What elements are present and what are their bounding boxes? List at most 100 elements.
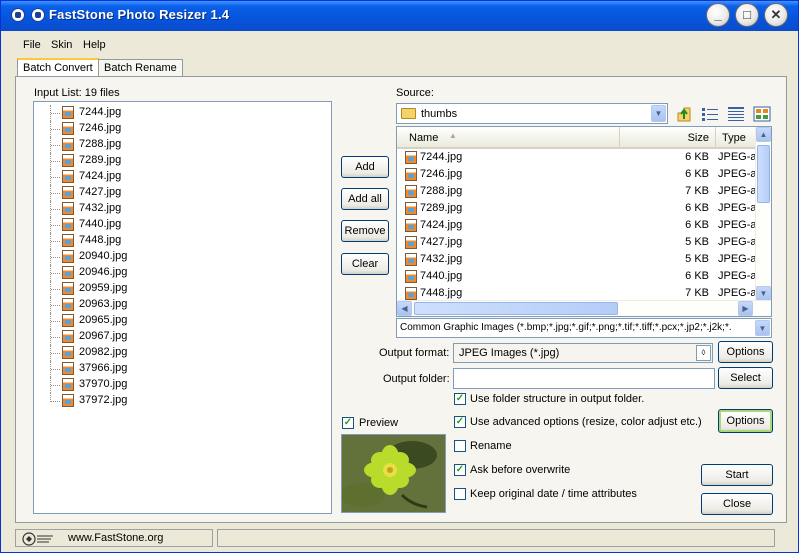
output-format-options-button[interactable]: Options bbox=[718, 341, 773, 363]
cell-name: 7289.jpg bbox=[420, 202, 463, 214]
source-file-list[interactable]: Name ▲ Size Type 7244.jpg 6 KB JPEG-a 7246.… bbox=[396, 126, 772, 317]
table-row[interactable]: 7288.jpg 7 KB JPEG-a bbox=[401, 183, 757, 200]
horizontal-scroll-thumb[interactable] bbox=[414, 302, 618, 315]
cell-type: JPEG-a bbox=[718, 253, 757, 265]
minimize-button[interactable]: _ bbox=[706, 3, 730, 27]
list-item[interactable]: 7244.jpg bbox=[34, 105, 331, 121]
column-size-header[interactable]: Size bbox=[619, 127, 715, 149]
keep-date-checkbox[interactable] bbox=[454, 488, 466, 500]
close-window-button[interactable]: ✕ bbox=[764, 3, 788, 27]
list-view-icon[interactable] bbox=[701, 106, 719, 122]
list-item[interactable]: 7288.jpg bbox=[34, 137, 331, 153]
menu-file[interactable]: File bbox=[23, 39, 41, 51]
list-item[interactable]: 7246.jpg bbox=[34, 121, 331, 137]
table-row[interactable]: 7244.jpg 6 KB JPEG-a bbox=[401, 149, 757, 166]
preview-checkbox[interactable]: ✓ bbox=[342, 417, 354, 429]
tree-branch bbox=[51, 209, 60, 210]
input-list[interactable]: 7244.jpg 7246.jpg 7288.jpg 7289.jpg 7424.jpg… bbox=[33, 101, 332, 514]
file-name: 7424.jpg bbox=[79, 170, 122, 182]
menu-skin[interactable]: Skin bbox=[51, 39, 72, 51]
tab-batch-rename[interactable]: Batch Rename bbox=[98, 59, 183, 77]
jpeg-file-icon bbox=[62, 186, 74, 199]
status-url[interactable]: www.FastStone.org bbox=[68, 532, 163, 544]
list-item[interactable]: 7432.jpg bbox=[34, 201, 331, 217]
rename-checkbox[interactable] bbox=[454, 440, 466, 452]
list-item[interactable]: 37972.jpg bbox=[34, 393, 331, 409]
list-item[interactable]: 37966.jpg bbox=[34, 361, 331, 377]
thumbnail-view-icon[interactable] bbox=[753, 106, 771, 122]
list-item[interactable]: 20965.jpg bbox=[34, 313, 331, 329]
clear-button[interactable]: Clear bbox=[341, 253, 389, 275]
details-view-icon[interactable] bbox=[727, 106, 745, 122]
select-folder-button[interactable]: Select bbox=[718, 367, 773, 389]
list-item[interactable]: 7427.jpg bbox=[34, 185, 331, 201]
updown-icon[interactable]: ◊ bbox=[696, 345, 711, 361]
jpeg-file-icon bbox=[62, 202, 74, 215]
app-window: FastStone Photo Resizer 1.4 _ □ ✕ File S… bbox=[0, 0, 799, 553]
table-row[interactable]: 7440.jpg 6 KB JPEG-a bbox=[401, 268, 757, 285]
advanced-options-label[interactable]: Use advanced options (resize, color adju… bbox=[470, 416, 702, 428]
column-type-header[interactable]: Type bbox=[715, 127, 755, 149]
menu-help[interactable]: Help bbox=[83, 39, 106, 51]
start-button[interactable]: Start bbox=[701, 464, 773, 486]
file-name: 20965.jpg bbox=[79, 314, 128, 326]
scroll-up-icon[interactable]: ▲ bbox=[756, 127, 771, 142]
advanced-options-button[interactable]: Options bbox=[718, 409, 773, 433]
output-folder-input[interactable] bbox=[453, 368, 715, 389]
list-item[interactable]: 7440.jpg bbox=[34, 217, 331, 233]
chevron-down-icon[interactable]: ▼ bbox=[651, 105, 666, 122]
list-item[interactable]: 20982.jpg bbox=[34, 345, 331, 361]
file-filter-dropdown[interactable]: Common Graphic Images (*.bmp;*.jpg;*.gif… bbox=[396, 318, 772, 338]
horizontal-scrollbar[interactable]: ◀ ▶ bbox=[397, 300, 771, 316]
title-bar[interactable]: FastStone Photo Resizer 1.4 _ □ ✕ bbox=[1, 1, 798, 31]
scroll-right-icon[interactable]: ▶ bbox=[738, 301, 753, 316]
list-item[interactable]: 7424.jpg bbox=[34, 169, 331, 185]
add-button[interactable]: Add bbox=[341, 156, 389, 178]
folder-structure-label[interactable]: Use folder structure in output folder. bbox=[470, 393, 644, 405]
list-item[interactable]: 20967.jpg bbox=[34, 329, 331, 345]
ask-overwrite-checkbox[interactable]: ✓ bbox=[454, 464, 466, 476]
table-row[interactable]: 7246.jpg 6 KB JPEG-a bbox=[401, 166, 757, 183]
list-item[interactable]: 37970.jpg bbox=[34, 377, 331, 393]
system-menu-icon[interactable] bbox=[11, 8, 25, 22]
up-folder-icon[interactable] bbox=[675, 105, 693, 123]
vertical-scrollbar[interactable]: ▲ ▼ bbox=[755, 127, 771, 301]
table-row[interactable]: 7289.jpg 6 KB JPEG-a bbox=[401, 200, 757, 217]
list-item[interactable]: 20946.jpg bbox=[34, 265, 331, 281]
scroll-left-icon[interactable]: ◀ bbox=[397, 301, 412, 316]
list-item[interactable]: 7448.jpg bbox=[34, 233, 331, 249]
list-item[interactable]: 20959.jpg bbox=[34, 281, 331, 297]
close-button[interactable]: Close bbox=[701, 493, 773, 515]
remove-button[interactable]: Remove bbox=[341, 220, 389, 242]
faststone-logo-icon bbox=[22, 532, 53, 546]
flower-preview-image bbox=[340, 435, 445, 512]
keep-date-label[interactable]: Keep original date / time attributes bbox=[470, 488, 637, 500]
file-name: 37972.jpg bbox=[79, 394, 128, 406]
list-item[interactable]: 20940.jpg bbox=[34, 249, 331, 265]
file-name: 20940.jpg bbox=[79, 250, 128, 262]
output-format-select[interactable]: JPEG Images (*.jpg) ◊ bbox=[453, 343, 713, 363]
column-name-header[interactable]: Name ▲ bbox=[397, 127, 619, 149]
folder-structure-checkbox[interactable]: ✓ bbox=[454, 393, 466, 405]
scroll-down-icon[interactable]: ▼ bbox=[756, 286, 771, 301]
advanced-options-checkbox[interactable]: ✓ bbox=[454, 416, 466, 428]
cell-type: JPEG-a bbox=[718, 287, 757, 299]
tab-batch-convert[interactable]: Batch Convert bbox=[17, 58, 99, 78]
table-row[interactable]: 7424.jpg 6 KB JPEG-a bbox=[401, 217, 757, 234]
tree-branch bbox=[51, 225, 60, 226]
ask-overwrite-label[interactable]: Ask before overwrite bbox=[470, 464, 570, 476]
add-all-button[interactable]: Add all bbox=[341, 188, 389, 210]
preview-label[interactable]: Preview bbox=[359, 417, 398, 429]
maximize-button[interactable]: □ bbox=[735, 3, 759, 27]
table-row[interactable]: 7427.jpg 5 KB JPEG-a bbox=[401, 234, 757, 251]
tree-branch bbox=[51, 129, 60, 130]
rename-label[interactable]: Rename bbox=[470, 440, 512, 452]
table-row[interactable]: 7432.jpg 5 KB JPEG-a bbox=[401, 251, 757, 268]
source-folder-dropdown[interactable]: thumbs ▼ bbox=[396, 103, 668, 124]
list-item[interactable]: 20963.jpg bbox=[34, 297, 331, 313]
chevron-down-icon[interactable]: ▼ bbox=[755, 320, 770, 336]
vertical-scroll-thumb[interactable] bbox=[757, 145, 770, 203]
tree-branch bbox=[51, 321, 60, 322]
list-item[interactable]: 7289.jpg bbox=[34, 153, 331, 169]
folder-icon bbox=[401, 108, 416, 119]
